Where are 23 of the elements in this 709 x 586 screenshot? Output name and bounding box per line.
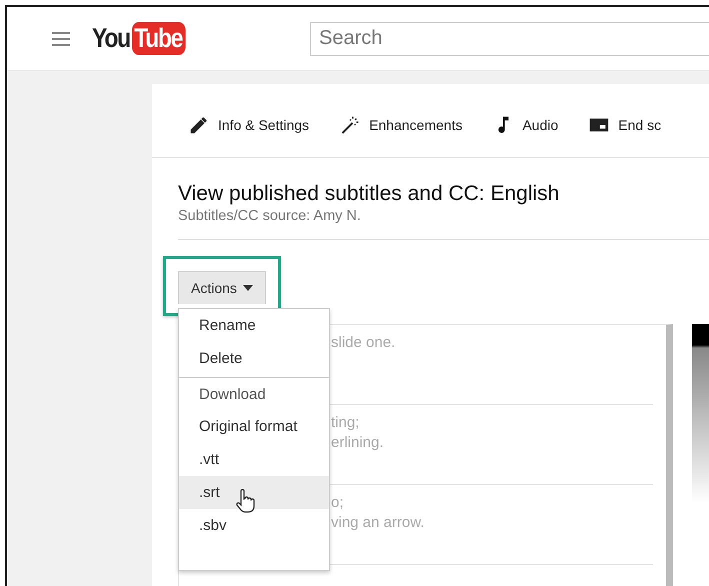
subtitle-text: erlining. xyxy=(331,433,385,453)
menu-item[interactable]: Original format xyxy=(179,410,329,443)
subtitle-text: ting; xyxy=(331,413,360,433)
tab[interactable]: Info & Settings xyxy=(188,114,310,136)
menu-item[interactable]: .sbv xyxy=(179,509,329,542)
subtitle-text: o; xyxy=(331,493,345,513)
tab[interactable]: Enhancements xyxy=(339,114,462,136)
tab[interactable]: End sc xyxy=(588,114,662,136)
caret-icon xyxy=(242,285,253,291)
wand-icon xyxy=(339,114,362,136)
menu-item[interactable]: Download xyxy=(179,377,329,410)
source-text: Subtitles/CC source: Amy N. xyxy=(178,208,362,224)
subtitle-text: ving an arrow. xyxy=(331,513,426,533)
tab[interactable]: Audio xyxy=(492,114,558,136)
actions-button[interactable]: Actions xyxy=(178,271,266,304)
menu-item[interactable]: Delete xyxy=(179,342,329,375)
hand-cursor-icon xyxy=(235,489,255,513)
search-field[interactable]: Search xyxy=(310,22,709,56)
page-title: View published subtitles and CC: English xyxy=(178,182,560,206)
menu-item[interactable]: Rename xyxy=(179,309,329,342)
menu-icon[interactable] xyxy=(52,32,70,46)
subtitle-text: slide one. xyxy=(331,333,396,353)
menu-item[interactable]: .vtt xyxy=(179,443,329,476)
